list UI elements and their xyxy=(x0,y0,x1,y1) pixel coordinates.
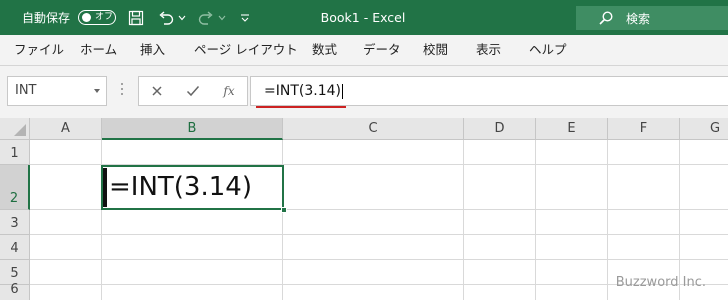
column-header-b[interactable]: B xyxy=(102,118,283,140)
chevron-down-icon xyxy=(218,15,226,20)
title-bar: 自動保存 オフ Book1 - Excel 検索 xyxy=(0,0,728,35)
gridline xyxy=(607,140,608,300)
gridline xyxy=(101,140,102,300)
gridline xyxy=(463,140,464,300)
cell-caret xyxy=(103,168,107,207)
autosave-toggle[interactable]: オフ xyxy=(78,10,116,25)
row-header-2[interactable]: 2 xyxy=(0,165,30,210)
gridline xyxy=(535,140,536,300)
column-header-e[interactable]: E xyxy=(536,118,608,140)
save-button[interactable] xyxy=(125,0,147,35)
name-box-value: INT xyxy=(15,83,37,98)
undo-dropdown[interactable] xyxy=(175,0,189,35)
chevron-down-icon[interactable] xyxy=(94,89,100,93)
row-header-4[interactable]: 4 xyxy=(0,235,30,260)
toggle-knob xyxy=(82,13,91,22)
select-all-button[interactable] xyxy=(0,118,30,140)
name-box[interactable]: INT xyxy=(7,76,107,106)
save-icon xyxy=(128,10,144,25)
column-header-d[interactable]: D xyxy=(464,118,536,140)
formula-underline xyxy=(256,106,346,108)
tab-insert[interactable]: 挿入 xyxy=(140,35,165,65)
customize-toolbar-button[interactable] xyxy=(234,0,256,35)
active-cell-b2[interactable]: =INT(3.14) xyxy=(101,165,284,210)
tab-view[interactable]: 表示 xyxy=(476,35,501,65)
text-caret xyxy=(342,84,343,99)
column-header-a[interactable]: A xyxy=(30,118,102,140)
fill-handle[interactable] xyxy=(281,207,287,213)
close-icon xyxy=(152,86,162,96)
row-header-6[interactable]: 6 xyxy=(0,282,30,300)
search-icon xyxy=(598,10,614,26)
tab-review[interactable]: 校閲 xyxy=(423,35,448,65)
row-header-1[interactable]: 1 xyxy=(0,140,30,165)
gridline xyxy=(30,259,728,260)
tab-help[interactable]: ヘルプ xyxy=(529,35,567,65)
column-header-f[interactable]: F xyxy=(608,118,680,140)
autosave-label: 自動保存 xyxy=(22,11,71,25)
redo-dropdown[interactable] xyxy=(215,0,229,35)
formula-row: INT fx =INT(3.14) xyxy=(0,66,728,118)
active-cell-text: =INT(3.14) xyxy=(109,172,252,202)
row-header-3[interactable]: 3 xyxy=(0,210,30,235)
tab-data[interactable]: データ xyxy=(363,35,401,65)
ribbon-tabs: ファイル ホーム 挿入 ページ レイアウト 数式 データ 校閲 表示 ヘルプ xyxy=(0,35,728,65)
fx-label: fx xyxy=(223,84,235,98)
tab-page-layout[interactable]: ページ レイアウト xyxy=(194,35,298,65)
redo-button[interactable] xyxy=(195,0,217,35)
window-title-text: Book1 - Excel xyxy=(320,10,406,25)
tab-home[interactable]: ホーム xyxy=(80,35,117,65)
toggle-state-label: オフ xyxy=(95,12,114,22)
watermark: Buzzword Inc. xyxy=(615,275,706,290)
select-all-triangle-icon xyxy=(14,124,26,136)
gridline xyxy=(30,234,728,235)
cancel-button[interactable] xyxy=(143,77,171,105)
check-icon xyxy=(186,86,200,97)
search-placeholder: 検索 xyxy=(626,11,651,26)
drag-handle-icon[interactable] xyxy=(121,83,124,101)
undo-icon xyxy=(159,10,174,25)
gridline xyxy=(282,140,283,300)
enter-button[interactable] xyxy=(179,77,207,105)
worksheet-grid: A B C D E F G 1 2 3 4 5 6 =INT(3.14) Buz… xyxy=(0,118,728,300)
tab-formulas[interactable]: 数式 xyxy=(312,35,337,65)
formula-bar-text: =INT(3.14) xyxy=(264,83,341,99)
redo-icon xyxy=(198,10,213,25)
chevron-down-icon xyxy=(178,15,186,20)
insert-function-button[interactable]: fx xyxy=(215,77,243,105)
column-header-c[interactable]: C xyxy=(283,118,464,140)
undo-button[interactable] xyxy=(155,0,177,35)
customize-icon xyxy=(241,13,249,22)
column-header-g[interactable]: G xyxy=(680,118,728,140)
tab-file[interactable]: ファイル xyxy=(14,35,64,65)
formula-buttons: fx xyxy=(138,76,248,106)
formula-bar[interactable]: =INT(3.14) xyxy=(250,76,728,106)
search-box[interactable]: 検索 xyxy=(576,6,728,30)
